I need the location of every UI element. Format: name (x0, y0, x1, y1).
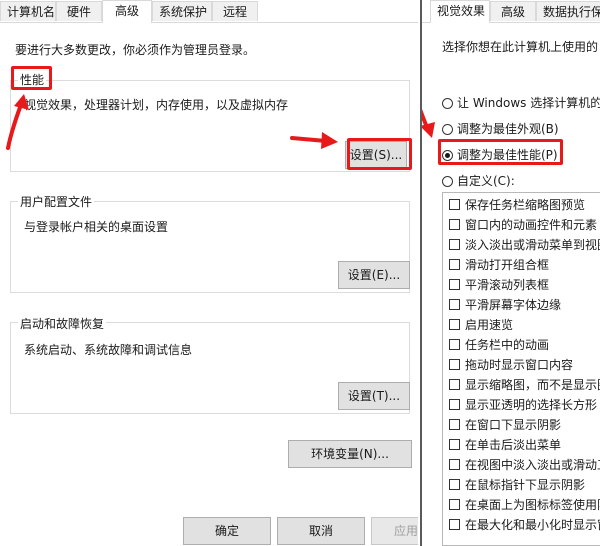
option-label: 启用速览 (465, 318, 514, 332)
checkbox-icon[interactable] (449, 519, 460, 530)
visual-effect-option[interactable]: 平滑屏幕字体边缘 (449, 295, 561, 315)
radio-button-icon (442, 176, 453, 187)
option-label: 显示亚透明的选择长方形 (465, 398, 598, 412)
checkbox-icon[interactable] (449, 279, 460, 290)
performance-settings-highlight (347, 138, 412, 170)
option-label: 平滑滚动列表框 (465, 278, 550, 292)
visual-effect-option[interactable]: 保存任务栏缩略图预览 (449, 195, 585, 215)
user-profiles-settings-button[interactable]: 设置(E)... (338, 261, 410, 289)
tab-advanced[interactable]: 高级 (102, 0, 152, 23)
checkbox-icon[interactable] (449, 419, 460, 430)
option-label: 在单击后淡出菜单 (465, 438, 562, 452)
performance-title-highlight (11, 66, 52, 90)
visual-effect-option[interactable]: 拖动时显示窗口内容 (449, 355, 573, 375)
radio-custom[interactable]: 自定义(C): (442, 172, 515, 189)
apply-button[interactable]: 应用 (371, 517, 418, 545)
option-label: 平滑屏幕字体边缘 (465, 298, 562, 312)
performance-options-window: 视觉效果 高级 数据执行保 选择你想在此计算机上使用的 让 Windows 选择… (420, 0, 600, 546)
admin-notice: 要进行大多数更改，你必须作为管理员登录。 (15, 43, 256, 57)
tab-dep[interactable]: 数据执行保 (536, 1, 600, 21)
radio-let-windows-choose[interactable]: 让 Windows 选择计算机的 (442, 94, 600, 111)
checkbox-icon[interactable] (449, 299, 460, 310)
best-performance-highlight (438, 139, 563, 165)
option-label: 在视图中淡入淡出或滑动工 (465, 458, 600, 472)
arrow-to-settings-icon (290, 132, 338, 149)
radio-label: 自定义(C): (457, 174, 515, 188)
tab-strip: 计算机名 硬件 高级 系统保护 远程 (0, 0, 418, 23)
arrow-to-performance-icon (6, 94, 29, 150)
visual-effect-option[interactable]: 在最大化和最小化时显示窗 (449, 515, 600, 535)
visual-effect-option[interactable]: 任务栏中的动画 (449, 335, 549, 355)
visual-effects-list[interactable]: 保存任务栏缩略图预览 窗口内的动画控件和元素 淡入淡出或滑动菜单到视图 滑动打开组合框… (442, 192, 600, 546)
option-label: 保存任务栏缩略图预览 (465, 198, 586, 212)
checkbox-icon[interactable] (449, 319, 460, 330)
startup-recovery-description: 系统启动、系统故障和调试信息 (24, 343, 193, 357)
right-tab-strip: 视觉效果 高级 数据执行保 (422, 0, 600, 23)
checkbox-icon[interactable] (449, 359, 460, 370)
startup-recovery-title: 启动和故障恢复 (18, 315, 107, 332)
user-profiles-title: 用户配置文件 (18, 193, 95, 210)
option-label: 任务栏中的动画 (465, 338, 550, 352)
checkbox-icon[interactable] (449, 459, 460, 470)
tab-divider (0, 22, 418, 23)
visual-effect-option[interactable]: 在单击后淡出菜单 (449, 435, 561, 455)
performance-description: 视觉效果，处理器计划，内存使用，以及虚拟内存 (24, 98, 289, 112)
radio-button-icon (442, 124, 453, 135)
checkbox-icon[interactable] (449, 439, 460, 450)
tab-computer-name[interactable]: 计算机名 (0, 1, 56, 21)
option-label: 滑动打开组合框 (465, 258, 550, 272)
tab-hardware[interactable]: 硬件 (56, 1, 102, 21)
system-properties-window: 计算机名 硬件 高级 系统保护 远程 要进行大多数更改，你必须作为管理员登录。 … (0, 0, 418, 546)
option-label: 显示缩略图，而不是显示图 (465, 378, 600, 392)
checkbox-icon[interactable] (449, 219, 460, 230)
radio-label: 让 Windows 选择计算机的 (457, 96, 600, 110)
option-label: 在鼠标指针下显示阴影 (465, 478, 586, 492)
option-label: 在窗口下显示阴影 (465, 418, 562, 432)
visual-effect-option[interactable]: 在视图中淡入淡出或滑动工 (449, 455, 600, 475)
checkbox-icon[interactable] (449, 379, 460, 390)
visual-effects-prompt: 选择你想在此计算机上使用的 (442, 40, 599, 54)
startup-recovery-settings-button[interactable]: 设置(T)... (338, 382, 410, 410)
checkbox-icon[interactable] (449, 339, 460, 350)
option-label: 在最大化和最小化时显示窗 (465, 518, 600, 532)
tab-visual-effects[interactable]: 视觉效果 (430, 0, 490, 23)
option-label: 在桌面上为图标标签使用阴 (465, 498, 600, 512)
visual-effect-option[interactable]: 窗口内的动画控件和元素 (449, 215, 597, 235)
visual-effect-option[interactable]: 在桌面上为图标标签使用阴 (449, 495, 600, 515)
checkbox-icon[interactable] (449, 239, 460, 250)
option-label: 淡入淡出或滑动菜单到视图 (465, 238, 600, 252)
checkbox-icon[interactable] (449, 399, 460, 410)
option-label: 拖动时显示窗口内容 (465, 358, 574, 372)
visual-effect-option[interactable]: 滑动打开组合框 (449, 255, 549, 275)
arrow-to-best-performance-icon (422, 109, 435, 138)
option-label: 窗口内的动画控件和元素 (465, 218, 598, 232)
user-profiles-description: 与登录帐户相关的桌面设置 (24, 220, 169, 234)
radio-button-icon (442, 98, 453, 109)
visual-effect-option[interactable]: 淡入淡出或滑动菜单到视图 (449, 235, 600, 255)
visual-effect-option[interactable]: 在窗口下显示阴影 (449, 415, 561, 435)
tab-system-protection[interactable]: 系统保护 (152, 1, 212, 21)
visual-effect-option[interactable]: 启用速览 (449, 315, 513, 335)
tab-remote[interactable]: 远程 (212, 1, 258, 21)
radio-label: 调整为最佳外观(B) (457, 122, 559, 136)
checkbox-icon[interactable] (449, 479, 460, 490)
checkbox-icon[interactable] (449, 259, 460, 270)
radio-best-appearance[interactable]: 调整为最佳外观(B) (442, 120, 559, 137)
visual-effect-option[interactable]: 显示亚透明的选择长方形 (449, 395, 597, 415)
environment-variables-button[interactable]: 环境变量(N)... (288, 440, 412, 468)
checkbox-icon[interactable] (449, 499, 460, 510)
checkbox-icon[interactable] (449, 199, 460, 210)
visual-effect-option[interactable]: 平滑滚动列表框 (449, 275, 549, 295)
visual-effect-option[interactable]: 在鼠标指针下显示阴影 (449, 475, 585, 495)
ok-button[interactable]: 确定 (183, 517, 271, 545)
visual-effect-option[interactable]: 显示缩略图，而不是显示图 (449, 375, 600, 395)
tab-advanced-perf[interactable]: 高级 (490, 1, 536, 21)
cancel-button[interactable]: 取消 (277, 517, 365, 545)
